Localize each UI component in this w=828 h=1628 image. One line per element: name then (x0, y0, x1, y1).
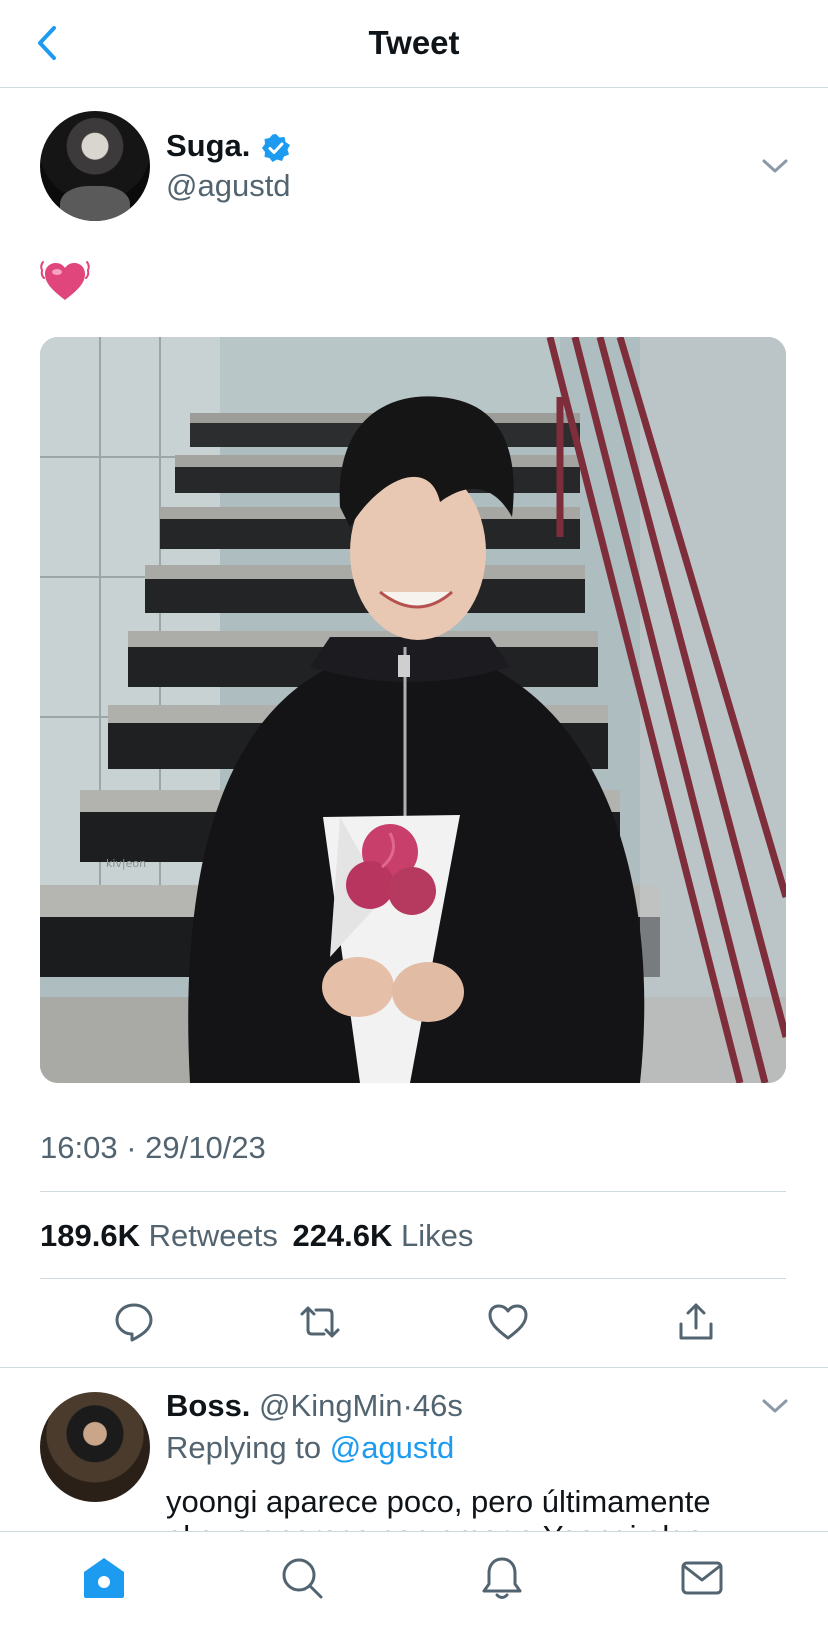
chevron-down-icon (762, 159, 788, 173)
replying-to-link[interactable]: @agustd (330, 1430, 455, 1465)
share-button[interactable] (674, 1300, 718, 1344)
reply-header: Boss. @KingMin·46s (166, 1388, 463, 1424)
reply-text-continued: el que aparece con amor a Yoongi algo (166, 1519, 704, 1531)
retweets-count[interactable]: 189.6K (40, 1218, 140, 1253)
author-name[interactable]: Suga. (166, 128, 250, 164)
reply-menu-button[interactable] (760, 1394, 790, 1418)
chevron-down-icon (762, 1399, 788, 1413)
photo-illustration: kiv|eon (40, 337, 786, 1083)
reply-time: 46s (412, 1388, 463, 1423)
divider (40, 1191, 786, 1192)
retweets-label[interactable]: Retweets (149, 1218, 278, 1253)
like-button[interactable] (486, 1300, 530, 1344)
tab-home[interactable] (80, 1554, 128, 1602)
retweet-button[interactable] (298, 1300, 342, 1344)
reply-author-handle[interactable]: @KingMin (259, 1388, 402, 1423)
share-icon (679, 1303, 713, 1340)
likes-label[interactable]: Likes (401, 1218, 473, 1253)
reply-text: yoongi aparece poco, pero últimamente (166, 1484, 711, 1519)
top-header: Tweet (0, 0, 828, 88)
replying-to: Replying to @agustd (166, 1430, 454, 1466)
tweet-stats: 189.6K Retweets 224.6K Likes (40, 1218, 473, 1254)
author-avatar[interactable] (40, 111, 150, 221)
tweet-photo[interactable]: kiv|eon (40, 337, 786, 1083)
page-title: Tweet (368, 24, 460, 61)
author-handle[interactable]: @agustd (166, 168, 291, 204)
divider (0, 1367, 828, 1368)
tab-search[interactable] (278, 1554, 326, 1602)
photo-watermark: kiv|eon (106, 857, 146, 870)
home-icon (84, 1558, 124, 1598)
reply-icon (115, 1303, 153, 1342)
tab-notifications[interactable] (478, 1554, 526, 1602)
bottom-tab-bar (0, 1531, 828, 1628)
retweet-icon (300, 1306, 340, 1338)
beating-heart-icon (40, 261, 90, 300)
reply-author-name[interactable]: Boss. (166, 1388, 250, 1423)
notifications-icon (482, 1557, 522, 1599)
messages-icon (681, 1561, 723, 1595)
tab-messages[interactable] (678, 1554, 726, 1602)
search-icon (282, 1558, 323, 1599)
likes-count[interactable]: 224.6K (292, 1218, 392, 1253)
reply-button[interactable] (112, 1300, 156, 1344)
reply-author-avatar[interactable] (40, 1392, 150, 1502)
verified-badge-icon (262, 134, 290, 162)
avatar-figure (60, 186, 130, 221)
like-icon (488, 1304, 528, 1340)
tweet-menu-button[interactable] (760, 154, 790, 178)
tweet-timestamp: 16:03 · 29/10/23 (40, 1130, 266, 1165)
reply-dot-separator: · (402, 1388, 413, 1423)
divider (40, 1278, 786, 1279)
replying-to-label: Replying to (166, 1430, 322, 1465)
